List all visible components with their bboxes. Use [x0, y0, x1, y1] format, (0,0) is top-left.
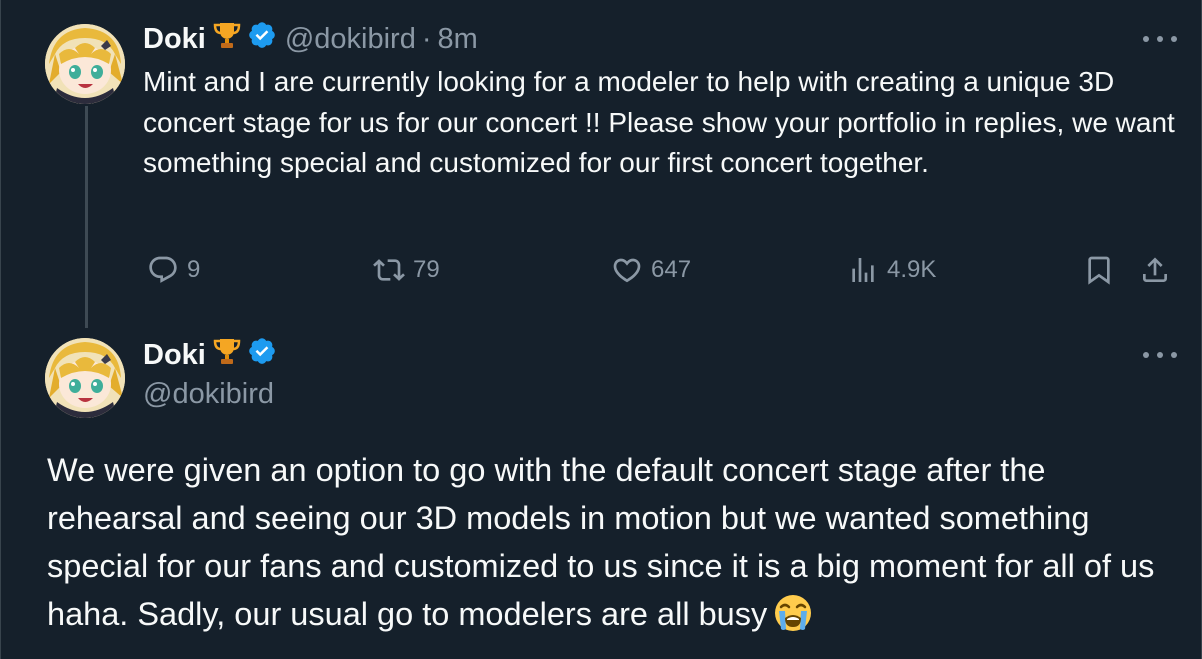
tweet-header: Doki @dokibird · 8m: [143, 21, 478, 57]
share-button[interactable]: [1139, 248, 1171, 292]
avatar[interactable]: [45, 24, 125, 104]
tweet-actions: 9 79 647 4.9K: [143, 248, 1183, 292]
display-name[interactable]: Doki: [143, 339, 206, 372]
bookmark-icon: [1083, 254, 1115, 286]
more-icon[interactable]: [1143, 29, 1177, 49]
tweet-text-container: We were given an option to go with the d…: [47, 446, 1187, 646]
views-count: 4.9K: [887, 256, 937, 283]
trophy-icon: [212, 20, 242, 58]
repost-count: 79: [413, 256, 440, 283]
avatar-illustration: [45, 24, 125, 104]
views-button[interactable]: 4.9K: [847, 248, 936, 292]
tweet-thread: Doki @dokibird · 8m Mint and I are curre…: [0, 0, 1202, 659]
verified-icon[interactable]: [247, 20, 277, 58]
user-handle[interactable]: @dokibird: [143, 378, 274, 411]
trophy-icon: [212, 336, 242, 374]
share-icon: [1139, 254, 1171, 286]
user-handle[interactable]: @dokibird: [285, 23, 416, 56]
reply-icon: [147, 254, 179, 286]
tweet-header: Doki: [143, 337, 277, 373]
display-name[interactable]: Doki: [143, 23, 206, 56]
reply-count: 9: [187, 256, 201, 283]
like-button[interactable]: 647: [611, 248, 691, 292]
bookmark-button[interactable]: [1083, 248, 1115, 292]
separator: ·: [421, 22, 432, 55]
repost-icon: [373, 254, 405, 286]
like-count: 647: [651, 256, 692, 283]
repost-button[interactable]: 79: [373, 248, 440, 292]
verified-icon[interactable]: [247, 336, 277, 374]
avatar-illustration: [45, 338, 125, 418]
views-icon: [847, 254, 879, 286]
thread-line: [85, 106, 88, 328]
tweet-text: Mint and I are currently looking for a m…: [143, 66, 1175, 178]
more-icon[interactable]: [1143, 345, 1177, 365]
timestamp[interactable]: 8m: [438, 23, 478, 56]
avatar[interactable]: [45, 338, 125, 418]
tweet-text: We were given an option to go with the d…: [47, 452, 1155, 632]
reply-button[interactable]: 9: [147, 248, 200, 292]
like-icon: [611, 254, 643, 286]
loudly-crying-face-icon: [773, 593, 813, 646]
